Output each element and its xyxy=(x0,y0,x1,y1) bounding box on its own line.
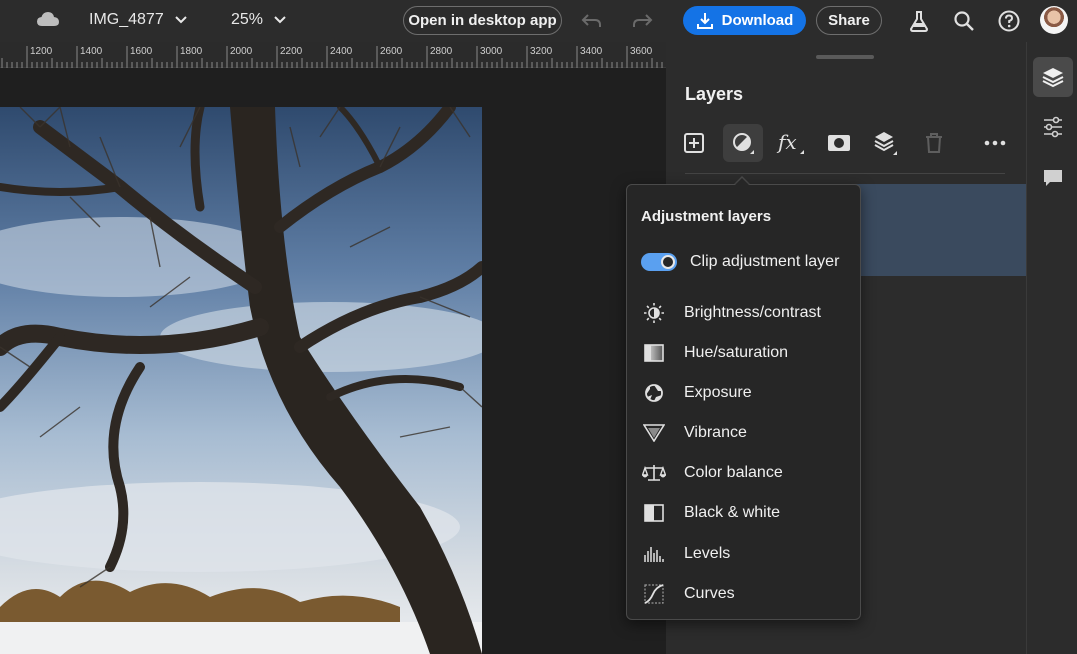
svg-text:fx: fx xyxy=(776,131,797,154)
add-layer-icon[interactable] xyxy=(674,124,714,162)
menu-item-vibrance[interactable]: Vibrance xyxy=(641,419,847,447)
chevron-down-icon xyxy=(175,16,187,24)
hue-saturation-icon xyxy=(641,342,667,364)
canvas-area[interactable] xyxy=(0,68,666,654)
menu-item-label: Color balance xyxy=(684,464,783,481)
ruler-tick-label: 2800 xyxy=(430,46,453,57)
ruler-tick-label: 2000 xyxy=(230,46,253,57)
mask-icon[interactable] xyxy=(819,124,859,162)
fx-icon[interactable]: fx xyxy=(771,124,811,162)
clip-adjustment-label: Clip adjustment layer xyxy=(690,253,840,270)
undo-icon[interactable] xyxy=(580,9,604,33)
properties-sliders-icon[interactable] xyxy=(1033,107,1073,147)
black-white-icon xyxy=(641,502,667,524)
document-name-dropdown[interactable]: IMG_4877 xyxy=(89,11,188,29)
adjustment-layer-icon[interactable] xyxy=(723,124,763,162)
ruler-tick-label: 1200 xyxy=(30,46,53,57)
menu-item-curves[interactable]: Curves xyxy=(641,580,847,608)
menu-item-label: Curves xyxy=(684,585,735,602)
document-image[interactable] xyxy=(0,107,482,654)
adjustment-layers-popover: Adjustment layers Clip adjustment layer … xyxy=(626,184,861,620)
menu-item-label: Brightness/contrast xyxy=(684,304,821,321)
color-balance-icon xyxy=(641,462,667,484)
delete-icon[interactable] xyxy=(914,124,954,162)
popover-arrow-fill xyxy=(734,178,750,186)
tree-photo xyxy=(0,107,482,654)
clip-adjustment-toggle[interactable] xyxy=(641,253,677,271)
menu-item-black-white[interactable]: Black & white xyxy=(641,499,847,527)
open-in-desktop-button[interactable]: Open in desktop app xyxy=(403,6,562,35)
ruler-tick-label: 3400 xyxy=(580,46,603,57)
ruler-tick-label: 2600 xyxy=(380,46,403,57)
menu-item-levels[interactable]: Levels xyxy=(641,540,847,568)
levels-icon xyxy=(641,543,667,565)
user-avatar[interactable] xyxy=(1040,6,1068,34)
horizontal-ruler: 1200 1400 1600 1800 2000 2200 2400 2600 2800 3000… xyxy=(0,42,666,68)
menu-item-brightness-contrast[interactable]: Brightness/contrast xyxy=(641,299,847,327)
panel-divider xyxy=(685,173,1005,174)
menu-item-color-balance[interactable]: Color balance xyxy=(641,459,847,487)
more-icon[interactable] xyxy=(975,124,1015,162)
menu-item-hue-saturation[interactable]: Hue/saturation xyxy=(641,339,847,367)
zoom-dropdown[interactable]: 25% xyxy=(231,11,287,29)
top-bar: IMG_4877 25% Open in desktop app Downloa… xyxy=(0,0,1077,42)
ruler-tick-label: 1600 xyxy=(130,46,153,57)
download-button[interactable]: Download xyxy=(683,6,806,35)
download-icon xyxy=(696,12,713,29)
help-icon[interactable] xyxy=(997,9,1021,33)
beta-flask-icon[interactable] xyxy=(907,9,931,33)
zoom-level: 25% xyxy=(231,11,264,28)
menu-item-label: Exposure xyxy=(684,384,752,401)
ruler-tick-label: 1400 xyxy=(80,46,103,57)
clip-adjustment-toggle-row[interactable]: Clip adjustment layer xyxy=(641,253,839,271)
stack-icon[interactable] xyxy=(866,124,906,162)
ruler-tick-label: 2200 xyxy=(280,46,303,57)
search-icon[interactable] xyxy=(952,9,976,33)
popover-title: Adjustment layers xyxy=(641,208,772,225)
vibrance-icon xyxy=(641,422,667,444)
ruler-tick-label: 3600 xyxy=(630,46,653,57)
ruler-tick-label: 3000 xyxy=(480,46,503,57)
exposure-icon xyxy=(641,382,667,404)
ruler-tick-label: 2400 xyxy=(330,46,353,57)
menu-item-label: Vibrance xyxy=(684,424,747,441)
layers-rail-icon[interactable] xyxy=(1033,57,1073,97)
ruler-tick-label: 3200 xyxy=(530,46,553,57)
cloud-icon[interactable] xyxy=(36,10,60,30)
download-label: Download xyxy=(721,12,794,29)
menu-item-label: Black & white xyxy=(684,504,781,521)
share-button[interactable]: Share xyxy=(816,6,882,35)
document-name: IMG_4877 xyxy=(89,11,164,28)
curves-icon xyxy=(641,583,667,605)
right-rail xyxy=(1026,42,1077,654)
brightness-icon xyxy=(641,302,667,324)
comments-icon[interactable] xyxy=(1033,158,1073,198)
panel-drag-handle[interactable] xyxy=(816,55,874,59)
menu-item-exposure[interactable]: Exposure xyxy=(641,379,847,407)
chevron-down-icon xyxy=(274,16,286,24)
panel-title: Layers xyxy=(685,84,744,104)
redo-icon[interactable] xyxy=(630,9,654,33)
ruler-tick-label: 1800 xyxy=(180,46,203,57)
menu-item-label: Hue/saturation xyxy=(684,344,789,361)
menu-item-label: Levels xyxy=(684,545,731,562)
